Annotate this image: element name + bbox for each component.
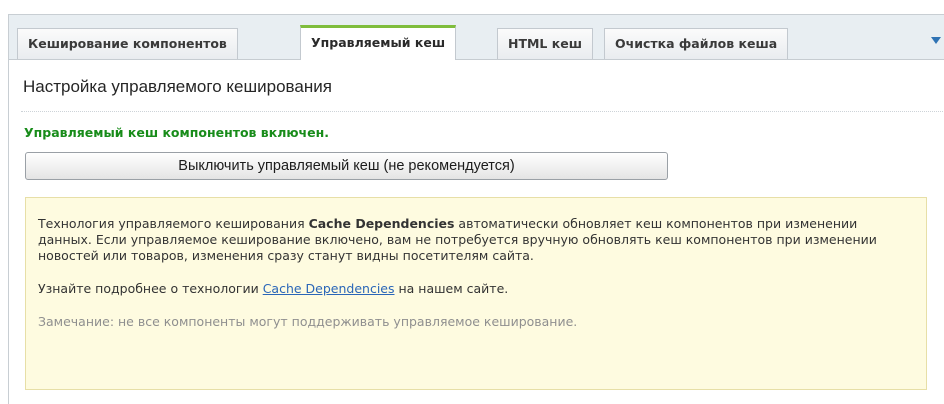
- notice-text: Технология управляемого кеширования: [38, 216, 309, 231]
- notice-remark: Замечание: не все компоненты могут подде…: [38, 314, 578, 329]
- tab-bar: Кеширование компонентов Управляемый кеш …: [9, 15, 944, 60]
- tab-component-caching[interactable]: Кеширование компонентов: [17, 28, 238, 59]
- tab-clear-cache-files[interactable]: Очистка файлов кеша: [604, 28, 789, 59]
- tab-managed-cache[interactable]: Управляемый кеш: [300, 25, 457, 60]
- notice-term: Cache Dependencies: [308, 216, 455, 231]
- section-title: Настройка управляемого кеширования: [23, 77, 332, 96]
- notice-text: Узнайте подробнее о технологии: [38, 281, 263, 296]
- notice-text: на нашем сайте.: [394, 281, 509, 296]
- cache-settings-panel: Кеширование компонентов Управляемый кеш …: [8, 14, 944, 404]
- tab-html-cache[interactable]: HTML кеш: [497, 28, 593, 59]
- cache-dependencies-link[interactable]: Cache Dependencies: [263, 281, 395, 296]
- notice-paragraph: Технология управляемого кеширования Cach…: [38, 216, 914, 264]
- tab-content: Настройка управляемого кеширования Управ…: [9, 60, 944, 404]
- disable-managed-cache-button[interactable]: Выключить управляемый кеш (не рекомендуе…: [25, 152, 668, 180]
- chevron-down-icon[interactable]: [931, 37, 941, 44]
- info-notice: Технология управляемого кеширования Cach…: [25, 197, 927, 390]
- status-message: Управляемый кеш компонентов включен.: [24, 125, 329, 140]
- notice-paragraph: Узнайте подробнее о технологии Cache Dep…: [38, 281, 914, 297]
- divider: [21, 111, 944, 112]
